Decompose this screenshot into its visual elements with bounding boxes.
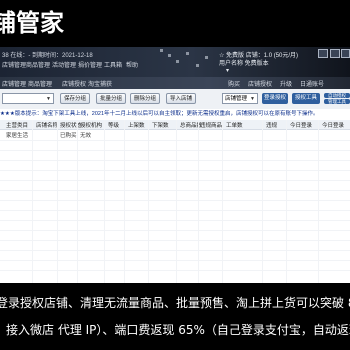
bottom-caption-1-text: 登录授权店铺、清理无流量商品、批量预售、淘上拼上货可以突破 8%加价 <box>0 296 350 310</box>
account-dropdown-icon[interactable]: ▾ <box>226 67 229 74</box>
row-divider <box>0 190 350 191</box>
link-product-manage[interactable]: 商品管理 <box>28 79 52 88</box>
link-shop-authorize[interactable]: 店铺授权 <box>248 79 272 88</box>
save-group-button[interactable]: 保存分组 <box>60 93 90 104</box>
link-shop-manage[interactable]: 店铺管理 <box>2 79 26 88</box>
link-shop-auth[interactable]: 店铺授权 <box>62 79 86 88</box>
login-auth-button[interactable]: 登录授权 <box>262 93 288 104</box>
row-divider <box>0 140 350 141</box>
col-today-login-2[interactable]: 今日登录 <box>322 121 344 129</box>
menu-item-product[interactable]: 商品管理 <box>26 60 50 69</box>
window-title: 38 在线：- 到期时间：2021-12-18 <box>2 53 93 59</box>
manage-tool-button[interactable]: 管理工具 <box>324 99 350 104</box>
group-select[interactable]: ▼ <box>2 93 54 104</box>
row-divider <box>0 250 350 251</box>
close-button[interactable] <box>341 49 350 58</box>
banner-title: 铺管家 <box>0 0 350 46</box>
link-buy[interactable]: 购买 <box>228 79 240 88</box>
bottom-caption-2-text: 接入微店 代理 IP）、端口费返现 65%（自己登录支付宝，自动返现 <box>6 323 350 337</box>
import-shop-button[interactable]: 导入店铺 <box>166 93 196 104</box>
col-listed[interactable]: 上架数 <box>128 121 145 129</box>
link-upgrade[interactable]: 升级 <box>280 79 292 88</box>
row-divider <box>0 170 350 171</box>
col-level[interactable]: 等级 <box>108 121 119 129</box>
decor-cube-icon <box>186 52 189 55</box>
link-bar: 店铺管理 商品管理 店铺授权 淘宝捕获 购买 店铺授权 升级 日通账号 <box>0 77 350 89</box>
row-divider <box>0 240 350 241</box>
bottom-caption-1: 登录授权店铺、清理无流量商品、批量预售、淘上拼上货可以突破 8%加价 <box>0 294 350 312</box>
col-violation[interactable]: 违规 <box>266 121 277 129</box>
table-row[interactable]: 家居生活 已购买 无效 <box>0 130 350 139</box>
row-divider <box>0 150 350 151</box>
col-divider <box>222 120 223 283</box>
cell-category: 家居生活 <box>6 133 29 139</box>
link-account[interactable]: 日通账号 <box>300 79 324 88</box>
decor-cube-icon <box>176 60 179 63</box>
delete-group-button[interactable]: 删除分组 <box>130 93 160 104</box>
menu-item-activity[interactable]: 活动管理 <box>52 60 76 69</box>
col-divider <box>32 120 33 283</box>
notice-bar: ★★★版本提示：淘宝下架工具上线，2021年十二月上线以后可以自主领取；更新无需… <box>0 109 350 119</box>
col-divider <box>318 120 319 283</box>
auth-tool-button[interactable]: 授权工具 <box>292 93 320 104</box>
col-divider <box>124 120 125 283</box>
row-divider <box>0 180 350 181</box>
col-auth-org[interactable]: 授权机构 <box>80 121 102 129</box>
col-divider <box>148 120 149 283</box>
row-divider <box>0 200 350 201</box>
row-divider <box>0 220 350 221</box>
batch-group-button[interactable]: 批量分组 <box>96 93 126 104</box>
cell-auth-status: 已购买 <box>60 133 77 139</box>
col-divider <box>57 120 58 283</box>
minimize-button[interactable] <box>318 49 328 58</box>
shop-select-value: 店铺管理 <box>225 96 248 102</box>
col-divider <box>198 120 199 283</box>
table-header: 主营类目 店铺名称 授权状态 授权机构 等级 上架数 下架数 总商品数 违规商品… <box>0 120 350 130</box>
row-divider <box>0 160 350 161</box>
col-auth-status[interactable]: 授权状态 <box>60 121 82 129</box>
menu-item-help[interactable]: 帮助 <box>126 60 138 69</box>
col-delisted[interactable]: 下架数 <box>152 121 169 129</box>
col-divider <box>176 120 177 283</box>
cell-auth-org: 无效 <box>80 133 92 139</box>
chevron-down-icon: ▼ <box>250 96 255 102</box>
app-window: 38 在线：- 到期时间：2021-12-18 店铺管理 商品管理 活动管理 捐… <box>0 47 350 283</box>
decor-cube-icon <box>205 56 208 59</box>
col-divider <box>77 120 78 283</box>
chevron-down-icon: ▼ <box>46 96 51 102</box>
menu-item-price[interactable]: 捐价管理 <box>78 60 102 69</box>
row-divider <box>0 260 350 261</box>
col-divider <box>262 120 263 283</box>
toolbar: ▼ 保存分组 批量分组 删除分组 导入店铺 店铺管理 ▼ 登录授权 授权工具 自… <box>0 89 350 110</box>
title-bar: 38 在线：- 到期时间：2021-12-18 店铺管理 商品管理 活动管理 捐… <box>0 47 350 77</box>
col-category[interactable]: 主营类目 <box>6 121 28 129</box>
decor-cube-icon <box>160 49 163 52</box>
row-divider <box>0 210 350 211</box>
col-divider <box>286 120 287 283</box>
col-shop-name[interactable]: 店铺名称 <box>36 121 58 129</box>
row-divider <box>0 230 350 231</box>
account-name: 用户名称 免费版本 <box>219 61 269 67</box>
col-divider <box>104 120 105 283</box>
bottom-caption-2: 接入微店 代理 IP）、端口费返现 65%（自己登录支付宝，自动返现 <box>0 321 350 339</box>
menu-item-shop[interactable]: 店铺管理 <box>2 60 26 69</box>
col-violation-product[interactable]: 违规商品 <box>200 121 222 129</box>
col-tickets[interactable]: 工单数 <box>226 121 243 129</box>
decor-cube-icon <box>196 64 199 67</box>
banner-title-text: 铺管家 <box>0 9 64 37</box>
decor-cube-icon <box>168 54 171 57</box>
shop-select[interactable]: 店铺管理 ▼ <box>222 93 258 104</box>
auto-auth-button[interactable]: 自动授权 <box>324 93 350 98</box>
row-divider <box>0 270 350 271</box>
link-taobao-capture[interactable]: 淘宝捕获 <box>88 79 112 88</box>
maximize-button[interactable] <box>330 49 340 58</box>
notice-text: ★★★版本提示：淘宝下架工具上线，2021年十二月上线以后可以自主领取；更新无需… <box>0 111 319 117</box>
menu-item-tools[interactable]: 工具箱 <box>104 60 122 69</box>
col-today-login[interactable]: 今日登录 <box>290 121 312 129</box>
